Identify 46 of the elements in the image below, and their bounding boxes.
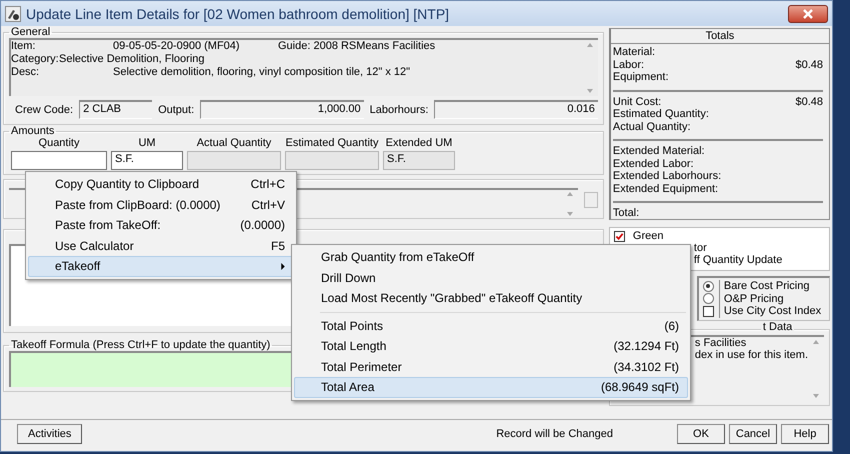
item-number: 09-05-05-20-0900 (MF04)	[113, 40, 241, 52]
total-value: $0.48	[795, 96, 823, 108]
flag-label: ff Quantity Update	[692, 254, 782, 266]
total-label: Extended Equipment:	[612, 182, 718, 195]
option-label: Use City Cost Index	[718, 305, 822, 318]
total-label: Equipment:	[612, 71, 669, 84]
field-label: Laborhours:	[370, 104, 428, 116]
total-label: Material:	[612, 46, 656, 58]
group-label: t Data	[760, 321, 794, 333]
total-label: Extended Labor:	[612, 158, 694, 170]
group-label: General	[10, 26, 52, 38]
field-label: Item:	[11, 40, 36, 52]
laborhours-field: 0.016	[434, 100, 598, 119]
window-title: Update Line Item Details for [02 Women bathroom demolition] [NTP]	[26, 6, 450, 22]
flag-label: tor	[692, 242, 707, 254]
cost-data-text: s Facilities	[694, 337, 746, 349]
total-label: Total:	[612, 207, 640, 220]
option-label: Bare Cost Pricing	[718, 280, 810, 292]
total-label: Labor:	[612, 58, 644, 71]
total-label: Unit Cost:	[612, 96, 662, 108]
field-label: Desc:	[11, 66, 40, 78]
description-text: Selective demolition, flooring, vinyl composition tile, 12" x 12"	[113, 66, 410, 78]
option-label: O&P Pricing	[718, 292, 784, 305]
field-label: Output:	[158, 104, 194, 116]
cost-data-text: dex in use for this item.	[694, 349, 808, 361]
field-label: Crew Code:	[15, 104, 74, 116]
group-label: Takeoff Formula (Press Ctrl+F to update the quantity)	[10, 339, 272, 351]
status-text: Record will be Changed	[495, 428, 614, 440]
group-label: Amounts	[10, 125, 56, 137]
total-label: Extended Material:	[612, 145, 705, 158]
total-label: Extended Laborhours:	[612, 170, 722, 182]
column-label: Quantity	[38, 137, 80, 149]
column-label: Extended UM	[386, 137, 452, 149]
category-text: Selective Demolition, Flooring	[59, 53, 205, 65]
field-label: Category:	[11, 53, 59, 65]
crew-code-field: 2 CLAB	[79, 100, 152, 119]
total-label: Estimated Quantity:	[612, 108, 709, 120]
output-field: 1,000.00	[200, 100, 364, 119]
column-label: Actual Quantity	[196, 137, 272, 149]
column-label: UM	[138, 137, 156, 149]
panel-title: Totals	[610, 29, 829, 44]
column-label: Estimated Quantity	[286, 137, 378, 149]
flag-label: Green	[632, 230, 664, 242]
total-label: Actual Quantity:	[612, 120, 691, 133]
guide-text: Guide: 2008 RSMeans Facilities	[278, 40, 436, 52]
total-value: $0.48	[795, 58, 823, 71]
